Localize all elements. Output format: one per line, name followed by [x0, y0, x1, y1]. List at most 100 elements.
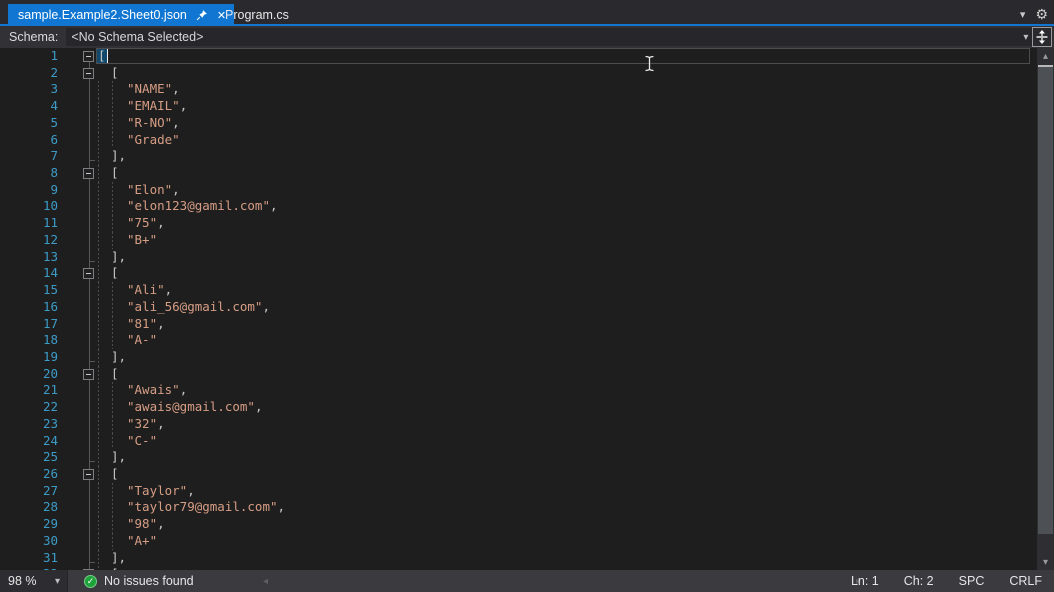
code-line[interactable]: 17 "81", — [0, 315, 1037, 333]
code-line[interactable]: 3 "NAME", — [0, 81, 1037, 99]
collapse-icon[interactable] — [83, 368, 94, 380]
collapse-icon[interactable] — [83, 51, 94, 62]
code-content[interactable]: ], — [97, 449, 1037, 466]
code-content[interactable]: "A+" — [97, 532, 1037, 550]
fold-margin[interactable] — [62, 298, 97, 316]
fold-margin[interactable] — [62, 482, 97, 500]
code-line[interactable]: 6 "Grade" — [0, 131, 1037, 149]
code-content[interactable]: "75", — [97, 215, 1037, 232]
code-line[interactable]: 2[ — [0, 64, 1037, 82]
code-line[interactable]: 28 "taylor79@gmail.com", — [0, 499, 1037, 517]
code-content[interactable]: "98", — [97, 516, 1037, 533]
fold-margin[interactable] — [62, 415, 97, 433]
scrollbar-thumb[interactable] — [1038, 65, 1053, 534]
code-line[interactable]: 12 "B+" — [0, 231, 1037, 249]
fold-margin[interactable] — [62, 148, 97, 166]
collapse-icon[interactable] — [83, 67, 94, 79]
code-content[interactable]: [ — [97, 265, 1037, 283]
code-content[interactable]: ], — [97, 248, 1037, 266]
fold-margin[interactable] — [62, 549, 97, 567]
code-content[interactable]: "C-" — [97, 432, 1037, 450]
code-line[interactable]: 22 "awais@gmail.com", — [0, 399, 1037, 416]
code-line[interactable]: 19], — [0, 348, 1037, 366]
code-content[interactable]: "Awais", — [97, 382, 1037, 400]
scroll-down-icon[interactable]: ▾ — [1037, 554, 1054, 570]
json-editor[interactable]: 1[2[3 "NAME", 4 "EMAIL", 5 "R-NO", 6 "Grade" 7],… — [0, 48, 1037, 570]
code-content[interactable]: "awais@gmail.com", — [97, 399, 1037, 416]
fold-margin[interactable] — [62, 499, 97, 517]
code-content[interactable]: "B+" — [97, 231, 1037, 249]
scroll-left-icon[interactable]: ◂ — [263, 570, 268, 592]
collapse-icon[interactable] — [83, 268, 94, 280]
fold-margin[interactable] — [62, 181, 97, 199]
pin-icon[interactable] — [196, 9, 208, 21]
code-content[interactable]: [ — [97, 465, 1037, 483]
code-line[interactable]: 20 [ — [0, 365, 1037, 383]
fold-margin[interactable] — [62, 332, 97, 349]
fold-margin[interactable] — [62, 215, 97, 232]
fold-margin[interactable] — [62, 64, 97, 82]
zoom-dropdown-icon[interactable]: ▾ — [55, 576, 60, 587]
code-line[interactable]: 8[ — [0, 165, 1037, 182]
code-content[interactable]: "A-" — [97, 332, 1037, 349]
code-line[interactable]: 27 "Taylor", — [0, 482, 1037, 500]
code-line[interactable]: 7], — [0, 148, 1037, 166]
code-line[interactable]: 14 [ — [0, 265, 1037, 283]
code-content[interactable]: "elon123@gamil.com", — [97, 198, 1037, 216]
fold-margin[interactable] — [62, 532, 97, 550]
code-content[interactable]: [ — [97, 365, 1037, 383]
code-content[interactable]: "R-NO", — [97, 114, 1037, 132]
fold-margin[interactable] — [62, 265, 97, 283]
code-line[interactable]: 16 "ali_56@gmail.com", — [0, 298, 1037, 316]
code-content[interactable]: ], — [97, 348, 1037, 366]
code-line[interactable]: 9 "Elon", — [0, 181, 1037, 199]
code-line[interactable]: 25], — [0, 449, 1037, 466]
fold-margin[interactable] — [62, 114, 97, 132]
code-content[interactable]: [ — [97, 65, 1037, 82]
code-line[interactable]: 18 "A-" — [0, 332, 1037, 349]
code-line[interactable]: 26 [ — [0, 465, 1037, 483]
code-line[interactable]: 5 "R-NO", — [0, 114, 1037, 132]
collapse-icon[interactable] — [83, 468, 94, 480]
tab-json-file[interactable]: sample.Example2.Sheet0.json ✕ — [8, 4, 235, 26]
code-content[interactable]: "Grade" — [97, 131, 1037, 149]
fold-margin[interactable] — [62, 315, 97, 333]
code-line[interactable]: 23 "32", — [0, 415, 1037, 433]
fold-margin[interactable] — [62, 382, 97, 400]
code-content[interactable]: ], — [97, 148, 1037, 166]
vertical-scrollbar[interactable]: ▴ ▾ — [1037, 48, 1054, 570]
code-content[interactable]: ], — [97, 549, 1037, 567]
code-line[interactable]: 21 "Awais", — [0, 382, 1037, 400]
code-line[interactable]: 13], — [0, 248, 1037, 266]
code-content[interactable]: "Elon", — [97, 181, 1037, 199]
fold-margin[interactable] — [62, 231, 97, 249]
code-content[interactable]: "ali_56@gmail.com", — [97, 298, 1037, 316]
code-content[interactable]: "81", — [97, 315, 1037, 333]
zoom-control[interactable]: 98 % ▾ — [0, 570, 68, 592]
fold-margin[interactable] — [62, 432, 97, 450]
code-content[interactable]: "Ali", — [97, 282, 1037, 299]
code-line[interactable]: 15 "Ali", — [0, 282, 1037, 299]
code-content[interactable]: "32", — [97, 415, 1037, 433]
code-content[interactable]: "Taylor", — [97, 482, 1037, 500]
code-content[interactable]: "NAME", — [97, 81, 1037, 99]
fold-margin[interactable] — [62, 516, 97, 533]
fold-margin[interactable] — [62, 248, 97, 266]
scroll-up-icon[interactable]: ▴ — [1037, 48, 1054, 64]
fold-margin[interactable] — [62, 81, 97, 99]
fold-margin[interactable] — [62, 48, 97, 65]
gear-icon[interactable]: ⚙ — [1035, 7, 1048, 21]
code-line[interactable]: 4 "EMAIL", — [0, 98, 1037, 115]
schema-select[interactable]: <No Schema Selected> ▾ — [66, 28, 1035, 46]
code-line[interactable]: 10 "elon123@gamil.com", — [0, 198, 1037, 216]
code-content[interactable]: "taylor79@gmail.com", — [97, 499, 1037, 517]
collapse-icon[interactable] — [83, 168, 94, 180]
code-content[interactable]: [ — [97, 165, 1037, 182]
fold-margin[interactable] — [62, 365, 97, 383]
code-line[interactable]: 24 "C-" — [0, 432, 1037, 450]
code-line[interactable]: 31], — [0, 549, 1037, 567]
fold-margin[interactable] — [62, 165, 97, 182]
fold-margin[interactable] — [62, 198, 97, 216]
chevron-down-icon[interactable]: ▾ — [1023, 32, 1028, 43]
fold-margin[interactable] — [62, 131, 97, 149]
